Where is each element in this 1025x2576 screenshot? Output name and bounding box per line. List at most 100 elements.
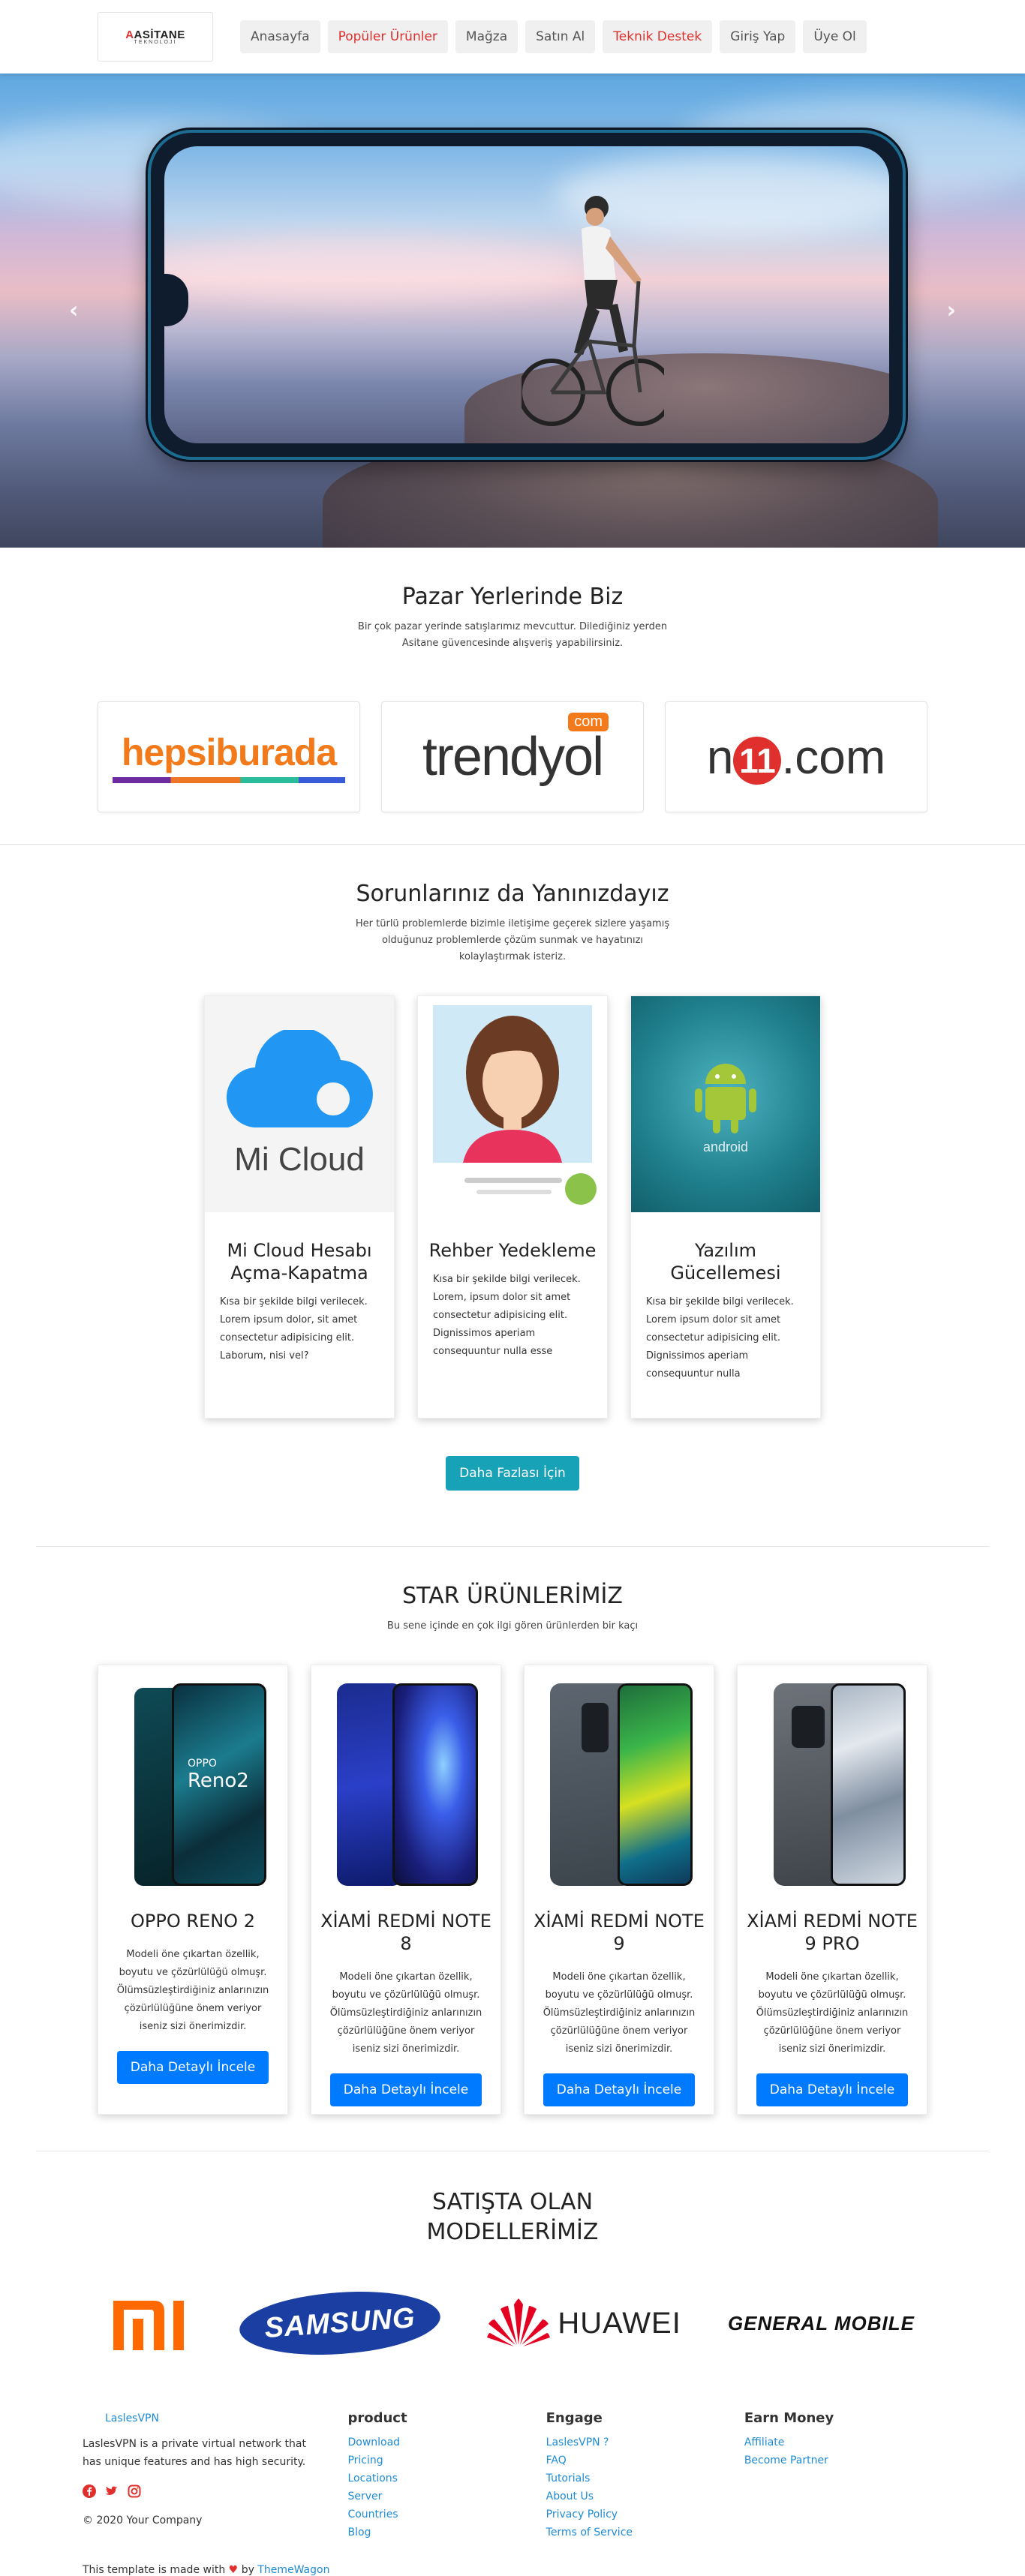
logo-sub-text: TEKNOLOJİ — [134, 40, 177, 45]
hepsiburada-logo[interactable]: hepsiburada — [98, 701, 360, 812]
products-title: STAR ÜRÜNLERİMİZ — [402, 1583, 623, 1609]
redmi-note-9-image — [546, 1680, 693, 1889]
trendyol-logo[interactable]: trendyol com — [381, 701, 644, 812]
xiaomi-logo[interactable]: mi — [110, 2293, 194, 2353]
huawei-flower-icon — [487, 2298, 551, 2346]
samsung-logo[interactable]: SAMSUNG — [237, 2285, 443, 2361]
nav-giris-yap[interactable]: Giriş Yap — [720, 20, 796, 53]
brand-logo[interactable]: AASİTANE TEKNOLOJİ — [98, 12, 213, 62]
card-text: Kısa bir şekilde bilgi verilecek. Lorem … — [220, 1296, 368, 1362]
footer-link[interactable]: LaslesVPN ? — [546, 2433, 744, 2451]
footer-link[interactable]: FAQ — [546, 2451, 744, 2469]
footer-link[interactable]: Locations — [347, 2469, 546, 2487]
product-detail-button[interactable]: Daha Detaylı İncele — [543, 2073, 696, 2106]
twitter-icon[interactable] — [105, 2484, 119, 2498]
cloud-icon — [226, 1027, 373, 1128]
products-subtitle: Bu sene içinde en çok ilgi gören ürünler… — [386, 1620, 639, 1632]
redmi-note-8-image — [332, 1680, 479, 1889]
hero-carousel: ‹ › — [0, 74, 1025, 548]
card-title: Rehber Yedekleme — [428, 1240, 597, 1261]
markets-title: Pazar Yerlerinde Biz — [401, 584, 624, 610]
footer-link[interactable]: Terms of Service — [546, 2523, 744, 2541]
instagram-icon[interactable] — [128, 2484, 141, 2498]
markets-section: Pazar Yerlerinde Biz Bir çok pazar yerin… — [0, 548, 1025, 844]
footer-brand-column: LaslesVPN LaslesVPN is a private virtual… — [83, 2409, 347, 2541]
nav-magza[interactable]: Mağza — [455, 20, 519, 53]
footer-column-earn-money: Earn Money Affiliate Become Partner — [744, 2409, 942, 2541]
footer: LaslesVPN LaslesVPN is a private virtual… — [0, 2409, 1025, 2576]
footer-link[interactable]: Affiliate — [744, 2433, 942, 2451]
carousel-prev-icon[interactable]: ‹ — [69, 298, 78, 324]
product-detail-button[interactable]: Daha Detaylı İncele — [756, 2073, 909, 2106]
nav-uye-ol[interactable]: Üye Ol — [803, 20, 867, 53]
card-text: Kısa bir şekilde bilgi verilecek. Lorem … — [646, 1296, 794, 1380]
support-title: Sorunlarınız da Yanınızdayız — [356, 881, 669, 907]
footer-link[interactable]: Pricing — [347, 2451, 546, 2469]
n11-logo[interactable]: n 11 .com — [665, 701, 927, 812]
heart-icon: ♥ — [228, 2564, 239, 2576]
product-detail-button[interactable]: Daha Detaylı İncele — [329, 2073, 482, 2106]
software-update-image: android — [631, 996, 820, 1212]
oppo-reno2-image: OPPO Reno2 — [119, 1680, 266, 1889]
footer-column-product: product Download Pricing Locations Serve… — [347, 2409, 546, 2541]
footer-description: LaslesVPN is a private virtual network t… — [83, 2438, 306, 2468]
general-mobile-logo[interactable]: GENERAL MOBILE — [728, 2312, 915, 2335]
footer-credit: This template is made with ♥ by ThemeWag… — [83, 2564, 330, 2576]
main-nav: Anasayfa Popüler Ürünler Mağza Satın Al … — [240, 20, 867, 53]
themewagon-link[interactable]: ThemeWagon — [257, 2564, 329, 2576]
nav-anasayfa[interactable]: Anasayfa — [240, 20, 320, 53]
footer-link[interactable]: Become Partner — [744, 2451, 942, 2469]
product-name: XİAMİ REDMİ NOTE 9 PRO — [747, 1911, 918, 1954]
support-cards: Mi Cloud Mi Cloud Hesabı Açma-Kapatma Kı… — [0, 995, 1025, 1419]
product-card: XİAMİ REDMİ NOTE 9 PRO Modeli öne çıkart… — [737, 1665, 927, 2115]
mi-cloud-image: Mi Cloud — [205, 996, 394, 1212]
product-name: XİAMİ REDMİ NOTE 9 — [534, 1911, 705, 1954]
footer-link[interactable]: Privacy Policy — [546, 2505, 744, 2523]
product-card: XİAMİ REDMİ NOTE 8 Modeli öne çıkartan ö… — [311, 1665, 501, 2115]
product-text: Modeli öne çıkartan özellik, boyutu ve ç… — [116, 1949, 269, 2032]
footer-brand-link[interactable]: LaslesVPN — [83, 2409, 347, 2427]
brands-title: SATIŞTA OLAN MODELLERİMİZ — [426, 2189, 599, 2245]
phone-screen — [164, 146, 889, 443]
footer-column-title: product — [347, 2410, 407, 2426]
redmi-note-9-pro-image — [759, 1680, 906, 1889]
cyclist-illustration — [522, 196, 664, 426]
card-title: Mi Cloud Hesabı Açma-Kapatma — [227, 1240, 372, 1283]
footer-link[interactable]: Countries — [347, 2505, 546, 2523]
nav-satin-al[interactable]: Satın Al — [525, 20, 596, 53]
product-name: OPPO RENO 2 — [131, 1911, 255, 1932]
footer-link[interactable]: Download — [347, 2433, 546, 2451]
product-detail-button[interactable]: Daha Detaylı İncele — [116, 2051, 269, 2084]
brand-logos: mi SAMSUNG HUAWEI GENERAL MOBILE — [87, 2282, 938, 2364]
footer-copyright: © 2020 Your Company — [83, 2514, 203, 2526]
support-card: Mi Cloud Mi Cloud Hesabı Açma-Kapatma Kı… — [204, 995, 395, 1419]
support-card: Rehber Yedekleme Kısa bir şekilde bilgi … — [417, 995, 608, 1419]
brands-section: SATIŞTA OLAN MODELLERİMİZ mi SAMSUNG HUA… — [0, 2151, 1025, 2364]
product-text: Modeli öne çıkartan özellik, boyutu ve ç… — [543, 1971, 696, 2055]
product-name: XİAMİ REDMİ NOTE 8 — [320, 1911, 491, 1954]
footer-column-title: Earn Money — [744, 2410, 834, 2426]
support-card: android Yazılım Gücellemesi Kısa bir şek… — [630, 995, 821, 1419]
support-subtitle: Her türlü problemlerde bizimle iletişime… — [355, 918, 670, 962]
footer-link[interactable]: Tutorials — [546, 2469, 744, 2487]
footer-link[interactable]: Blog — [347, 2523, 546, 2541]
avatar — [463, 1016, 562, 1163]
huawei-logo[interactable]: HUAWEI — [487, 2298, 681, 2348]
android-badge-icon — [565, 1173, 597, 1205]
footer-link[interactable]: About Us — [546, 2487, 744, 2505]
product-text: Modeli öne çıkartan özellik, boyutu ve ç… — [756, 1971, 909, 2055]
market-logos: hepsiburada trendyol com n 11 .com — [0, 701, 1025, 812]
footer-link[interactable]: Server — [347, 2487, 546, 2505]
more-button[interactable]: Daha Fazlası İçin — [446, 1456, 579, 1491]
card-title: Yazılım Gücellemesi — [670, 1240, 781, 1283]
products-section: STAR ÜRÜNLERİMİZ Bu sene içinde en çok i… — [0, 1547, 1025, 2151]
product-text: Modeli öne çıkartan özellik, boyutu ve ç… — [329, 1971, 482, 2055]
product-card: XİAMİ REDMİ NOTE 9 Modeli öne çıkartan ö… — [524, 1665, 714, 2115]
android-icon — [695, 1063, 756, 1133]
top-navbar: AASİTANE TEKNOLOJİ Anasayfa Popüler Ürün… — [0, 0, 1025, 74]
facebook-icon[interactable] — [83, 2484, 96, 2498]
contacts-backup-image — [418, 996, 607, 1212]
nav-populer-urunler[interactable]: Popüler Ürünler — [327, 20, 448, 53]
nav-teknik-destek[interactable]: Teknik Destek — [603, 20, 713, 53]
carousel-next-icon[interactable]: › — [947, 298, 956, 324]
